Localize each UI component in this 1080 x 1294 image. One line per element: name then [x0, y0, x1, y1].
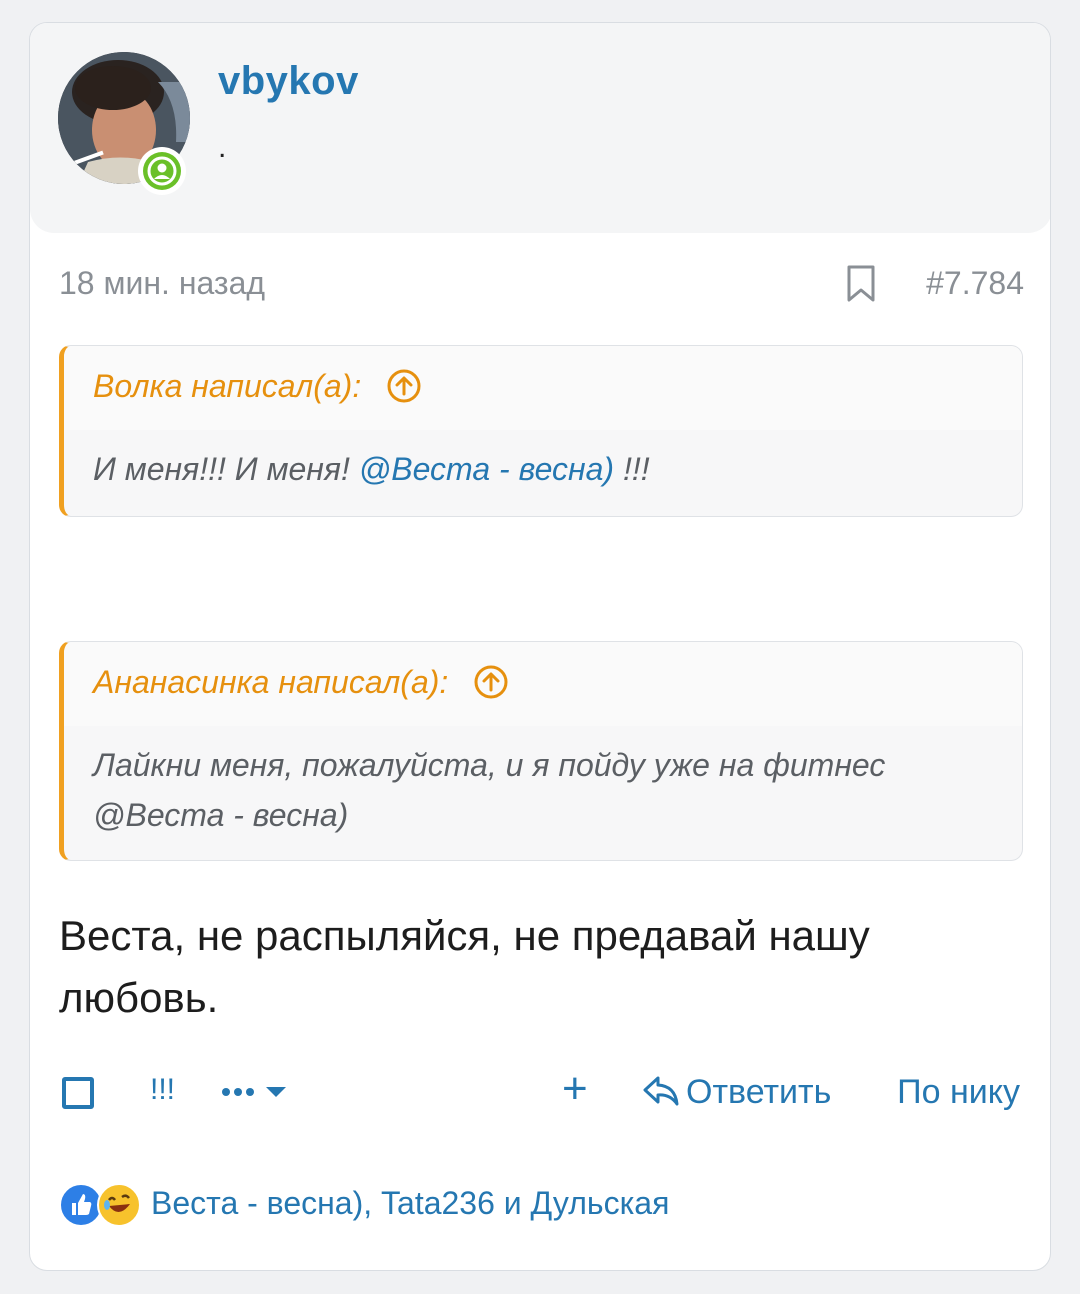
reply-by-nick-button[interactable]: По нику: [897, 1073, 1020, 1112]
post-message: Веста, не распыляйся, не предавай нашу л…: [59, 912, 870, 1021]
multiquote-plus-button[interactable]: +: [562, 1067, 588, 1111]
quote-author-label: Ананасинка написал(а):: [93, 664, 449, 700]
quote-text-part: !!!: [614, 451, 650, 487]
arrow-up-circle-icon[interactable]: [386, 368, 422, 404]
reaction-button[interactable]: !!!: [150, 1073, 175, 1107]
thumbs-up-icon: [72, 1194, 92, 1215]
post-card: vbykov . 18 мин. назад #7.784 Волка напи…: [29, 22, 1051, 1271]
quote-author-label: Волка написал(а):: [93, 368, 362, 404]
bookmark-icon[interactable]: [846, 265, 876, 303]
post-number[interactable]: #7.784: [926, 265, 1024, 302]
post-actions: !!! + Ответить По нику: [30, 1063, 1050, 1123]
quote-text-part: И меня!!! И меня!: [93, 451, 359, 487]
laugh-reaction-icon: [97, 1183, 141, 1227]
quote-header: Ананасинка написал(а):: [64, 642, 1022, 726]
username-link[interactable]: vbykov: [218, 59, 359, 104]
online-status-badge: [138, 147, 186, 195]
reply-icon: [643, 1076, 679, 1106]
laughing-face-icon: [104, 1194, 130, 1213]
user-online-icon: [147, 156, 177, 186]
quote-author[interactable]: Волка написал(а):: [93, 368, 422, 407]
quote-text: Лайкни меня, пожалуйста, и я пойду уже н…: [64, 726, 1022, 860]
quote-text-part: Лайкни меня, пожалуйста, и я пойду уже н…: [93, 747, 886, 783]
quote-block: Ананасинка написал(а): Лайкни меня, пожа…: [59, 641, 1023, 861]
more-options-button[interactable]: [220, 1077, 292, 1107]
quote-header: Волка написал(а):: [64, 346, 1022, 430]
reactions-users-link[interactable]: Веста - весна), Tata236 и Дульская: [151, 1185, 669, 1222]
quote-text-part: @Веста - весна): [93, 797, 349, 833]
quote-block: Волка написал(а): И меня!!! И меня! @Вес…: [59, 345, 1023, 517]
reply-button[interactable]: Ответить: [642, 1073, 831, 1112]
user-header: vbykov .: [30, 23, 1050, 233]
reactions-bar[interactable]: Веста - весна), Tata236 и Дульская: [59, 1183, 1019, 1229]
quote-text: И меня!!! И меня! @Веста - весна) !!!: [64, 430, 1022, 514]
reply-label: Ответить: [686, 1073, 832, 1111]
user-mention-link[interactable]: @Веста - весна): [359, 451, 614, 487]
quote-author[interactable]: Ананасинка написал(а):: [93, 664, 509, 703]
select-post-checkbox[interactable]: [62, 1077, 94, 1109]
post-meta: 18 мин. назад #7.784: [30, 261, 1050, 311]
user-title: .: [218, 131, 227, 164]
post-time[interactable]: 18 мин. назад: [59, 265, 265, 302]
arrow-up-circle-icon[interactable]: [473, 664, 509, 700]
